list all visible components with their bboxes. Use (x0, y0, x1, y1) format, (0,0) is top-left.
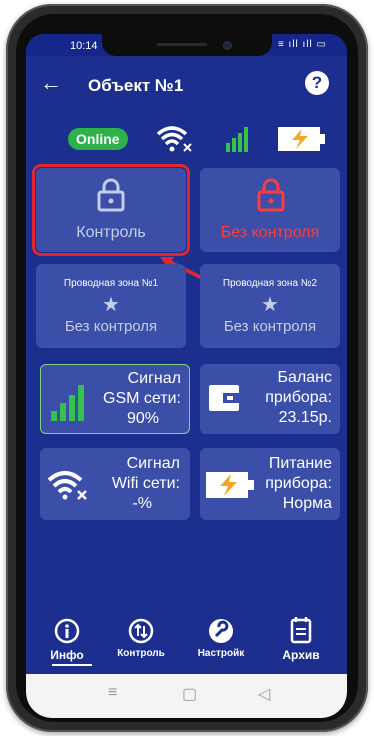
nav-settings-label: Настройк (197, 648, 245, 659)
page-title: Объект №1 (88, 76, 184, 95)
balance-tile[interactable]: Баланс прибора: 23.15р. (200, 364, 340, 434)
gsm-signal-tile[interactable]: Сигнал GSM сети: 90% (40, 364, 190, 434)
nav-info-label: Инфо (50, 648, 84, 662)
power-line2: прибора: (265, 475, 332, 492)
zone2-status: Без контроля (223, 318, 317, 335)
battery-charging-icon (278, 127, 325, 151)
star-icon: ★ (102, 294, 120, 316)
zone2-title: Проводная зона №2 (222, 278, 318, 289)
bottom-nav: Инфо Контроль Настройк Архив (26, 612, 347, 668)
wrench-icon (209, 619, 233, 643)
wifi-off-icon (47, 471, 87, 500)
signal-icon (226, 127, 248, 152)
home-button[interactable]: ▢ (182, 684, 197, 704)
zone1-status: Без контроля (64, 318, 158, 335)
wifi-line1: Сигнал (126, 455, 180, 472)
battery-charging-icon (206, 472, 254, 498)
gsm-line1: Сигнал (127, 370, 181, 387)
no-control-label: Без контроля (220, 224, 320, 241)
zone1-title: Проводная зона №1 (63, 278, 159, 289)
device-status-row: Online (26, 122, 347, 156)
power-tile[interactable]: Питание прибора: Норма (200, 448, 340, 520)
help-icon[interactable]: ? (305, 71, 329, 95)
online-badge: Online (68, 128, 128, 150)
gsm-value: 90% (126, 410, 159, 427)
power-line1: Питание (268, 455, 332, 472)
no-control-tile[interactable]: Без контроля (200, 168, 340, 252)
gsm-line2: GSM сети: (103, 390, 181, 407)
wallet-icon (209, 385, 239, 411)
camera-notch (102, 34, 272, 56)
wifi-value: -% (132, 495, 152, 512)
system-back-button[interactable]: ◁ (258, 684, 270, 704)
nav-archive-label: Архив (282, 648, 320, 662)
highlight-frame (32, 164, 190, 256)
control-icon (128, 618, 154, 644)
balance-line1: Баланс (277, 369, 332, 386)
balance-value: 23.15р. (278, 409, 332, 426)
archive-icon (290, 617, 312, 644)
app-screen: 10:14 ≡ ıll ıll ▭ ← Объект №1 ? Online К… (26, 34, 347, 718)
wifi-off-icon (156, 126, 192, 152)
star-icon: ★ (261, 294, 279, 316)
wired-zone-1-tile[interactable]: Проводная зона №1 ★ Без контроля (36, 264, 186, 348)
wifi-signal-tile[interactable]: Сигнал Wifi сети: -% (40, 448, 190, 520)
system-nav-bar: ≡ ▢ ◁ (26, 674, 347, 718)
power-value: Норма (282, 495, 332, 512)
balance-line2: прибора: (265, 389, 332, 406)
nav-control-label: Контроль (117, 648, 165, 659)
info-icon (54, 618, 80, 644)
speaker (157, 43, 207, 46)
wifi-line2: Wifi сети: (111, 475, 180, 492)
back-arrow-icon[interactable]: ← (40, 72, 62, 94)
app-bar: ← Объект №1 ? (26, 56, 347, 116)
camera (223, 41, 232, 50)
status-time: 10:14 (70, 40, 98, 52)
status-indicators: ≡ ıll ıll ▭ (277, 39, 327, 50)
gsm-signal-icon (51, 385, 84, 421)
wired-zone-2-tile[interactable]: Проводная зона №2 ★ Без контроля (200, 264, 340, 348)
recents-button[interactable]: ≡ (108, 684, 117, 702)
lock-open-red-icon (257, 178, 285, 212)
active-indicator (52, 664, 92, 666)
